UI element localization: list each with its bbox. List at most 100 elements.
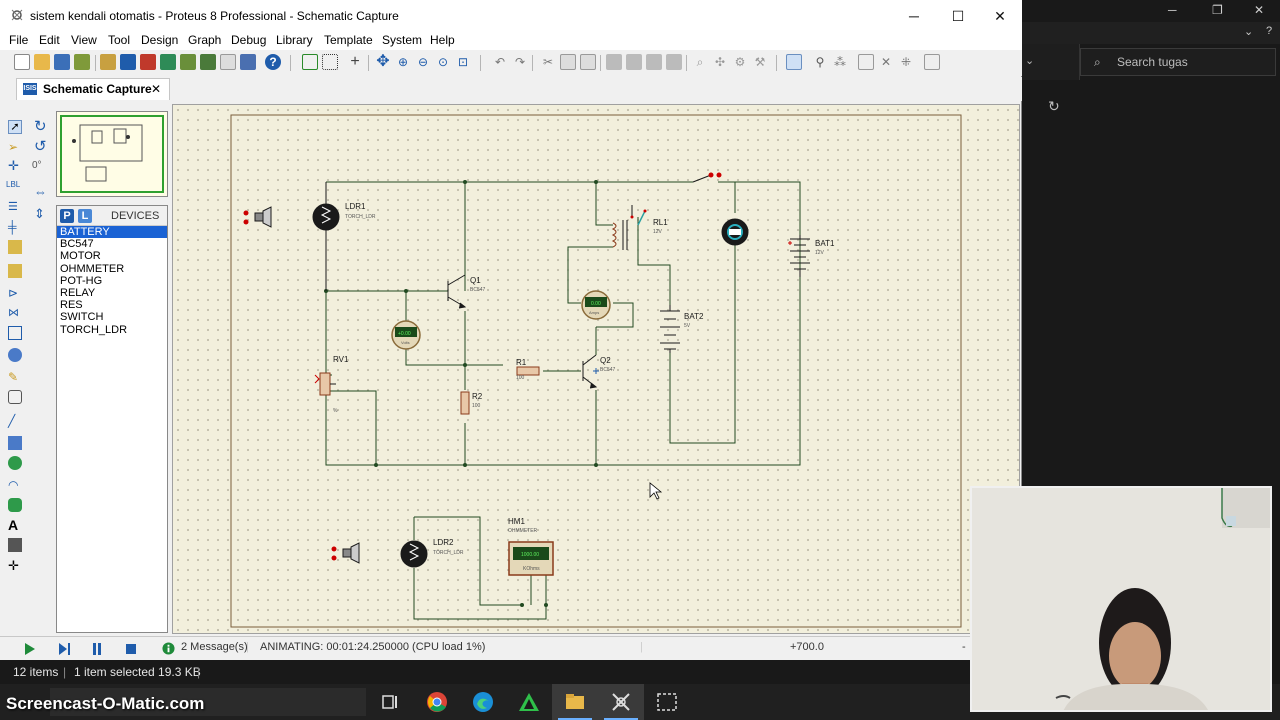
help-icon[interactable]: ? [265, 54, 281, 70]
pause-icon[interactable] [89, 641, 105, 657]
overview-window[interactable] [56, 111, 168, 197]
import-icon[interactable] [74, 54, 90, 70]
arc-icon[interactable]: ◠ [8, 478, 22, 492]
zoom-in-icon[interactable]: ⊕ [395, 54, 411, 70]
gerber-icon[interactable] [200, 54, 216, 70]
play-icon[interactable] [22, 641, 38, 657]
chevron-down-icon[interactable]: ⌄ [1025, 54, 1034, 67]
buses-icon[interactable]: ╪ [8, 220, 22, 234]
wire-autorouter-icon[interactable] [786, 54, 802, 70]
menu-edit[interactable]: Edit [39, 33, 60, 47]
property-assignment-icon[interactable]: ⁂ [832, 54, 848, 70]
device-item-motor[interactable]: MOTOR [57, 250, 167, 262]
device-item-bc547[interactable]: BC547 [57, 238, 167, 250]
block-move-icon[interactable] [626, 54, 642, 70]
line-icon[interactable]: ╱ [8, 414, 22, 428]
pan-icon[interactable]: ✥ [375, 54, 391, 70]
library-manager-button[interactable]: L [78, 209, 92, 223]
search-tag-icon[interactable]: ⚲ [812, 54, 828, 70]
explorer-address-bar[interactable]: ⌄ ↻ [1022, 44, 1080, 114]
info-icon[interactable] [162, 642, 175, 655]
proteus-task[interactable] [598, 684, 644, 720]
component-mode-icon[interactable]: ➢ [8, 140, 22, 154]
cut-icon[interactable]: ✂ [540, 54, 556, 70]
redo-icon[interactable]: ↷ [512, 54, 528, 70]
device-item-relay[interactable]: RELAY [57, 287, 167, 299]
device-pins-icon[interactable]: ⊳ [8, 286, 22, 300]
zoom-area-icon[interactable]: ⊡ [455, 54, 471, 70]
graph-mode-icon[interactable]: ⋈ [8, 306, 22, 320]
block-copy-icon[interactable] [606, 54, 622, 70]
explorer-minimize-button[interactable]: ─ [1168, 3, 1177, 17]
device-item-res[interactable]: RES [57, 299, 167, 311]
generator-icon[interactable] [8, 348, 22, 362]
origin-icon[interactable]: + [347, 54, 363, 70]
circle-icon[interactable] [8, 456, 22, 470]
remove-sheet-icon[interactable]: ✕ [878, 54, 894, 70]
app-triangle-icon[interactable] [518, 691, 540, 713]
text-script-icon[interactable]: ☰ [8, 200, 22, 214]
menu-debug[interactable]: Debug [231, 33, 266, 47]
device-item-ohmmeter[interactable]: OHMMETER [57, 263, 167, 275]
device-item-pot-hg[interactable]: POT-HG [57, 275, 167, 287]
terminals-icon[interactable] [8, 264, 22, 278]
marker-icon[interactable]: ✛ [8, 559, 22, 574]
zoom-all-icon[interactable]: ⊙ [435, 54, 451, 70]
symbol-icon[interactable] [8, 538, 22, 552]
menu-help[interactable]: Help [430, 33, 455, 47]
mirror-horizontal-icon[interactable]: ⇔ [34, 184, 48, 199]
3d-view-icon[interactable] [180, 54, 196, 70]
new-sheet-icon[interactable] [858, 54, 874, 70]
selection-mode-icon[interactable]: ➚ [8, 120, 22, 134]
schematic-canvas[interactable]: LDR1 TORCH_LDR Q1 BC547 +0.00 Volts RV1 … [172, 104, 1020, 634]
file-explorer-task[interactable] [552, 684, 598, 720]
block-delete-icon[interactable] [666, 54, 682, 70]
grid-icon[interactable] [322, 54, 338, 70]
paste-icon[interactable] [580, 54, 596, 70]
tab-schematic-capture[interactable]: ISIS Schematic Capture ✕ [16, 78, 170, 100]
close-button[interactable]: ✕ [978, 0, 1022, 32]
close-icon[interactable]: ✕ [151, 79, 161, 100]
subcircuit-icon[interactable] [8, 240, 22, 254]
zoom-out-icon[interactable]: ⊖ [415, 54, 431, 70]
box-icon[interactable] [8, 436, 22, 450]
decompose-icon[interactable]: ⚒ [752, 54, 768, 70]
stop-icon[interactable] [123, 641, 139, 657]
path-icon[interactable] [8, 498, 22, 512]
chevron-down-icon[interactable]: ⌄ [1244, 25, 1253, 38]
bom-icon[interactable] [140, 54, 156, 70]
explorer-close-button[interactable]: ✕ [1254, 3, 1264, 17]
netlist-icon[interactable] [924, 54, 940, 70]
pick-device-icon[interactable]: ⌕ [692, 54, 708, 70]
rotate-clockwise-icon[interactable]: ↻ [34, 119, 48, 134]
mirror-vertical-icon[interactable]: ⇕ [34, 206, 48, 221]
package-tool-icon[interactable]: ⚙ [732, 54, 748, 70]
goto-sheet-icon[interactable]: ⁜ [898, 54, 914, 70]
step-icon[interactable] [56, 641, 72, 657]
messages-count[interactable]: 2 Message(s) [181, 641, 248, 653]
menu-view[interactable]: View [71, 33, 97, 47]
tape-recorder-icon[interactable] [8, 326, 22, 340]
rotate-anticlockwise-icon[interactable]: ↺ [34, 139, 48, 154]
refresh-icon[interactable] [302, 54, 318, 70]
junction-dot-icon[interactable]: ✛ [8, 159, 22, 174]
text-icon[interactable]: A [8, 518, 22, 532]
menu-file[interactable]: File [9, 33, 28, 47]
snipping-tool-icon[interactable] [656, 691, 678, 713]
new-file-icon[interactable] [14, 54, 30, 70]
device-item-battery[interactable]: BATTERY [57, 226, 167, 239]
open-folder-icon[interactable] [34, 54, 50, 70]
home-icon[interactable] [100, 54, 116, 70]
design-explorer-icon[interactable] [220, 54, 236, 70]
virtual-instruments-icon[interactable] [8, 390, 22, 404]
menu-tool[interactable]: Tool [108, 33, 130, 47]
make-device-icon[interactable]: ✣ [712, 54, 728, 70]
edge-icon[interactable] [472, 691, 494, 713]
explorer-search-input[interactable]: ⌕ Search tugas [1080, 48, 1276, 76]
minimize-button[interactable]: ─ [892, 0, 936, 32]
task-view-icon[interactable] [380, 691, 402, 713]
overview-viewport[interactable] [60, 115, 164, 193]
rotation-angle[interactable]: 0° [32, 160, 42, 171]
menu-system[interactable]: System [382, 33, 422, 47]
maximize-button[interactable]: ☐ [936, 0, 980, 32]
